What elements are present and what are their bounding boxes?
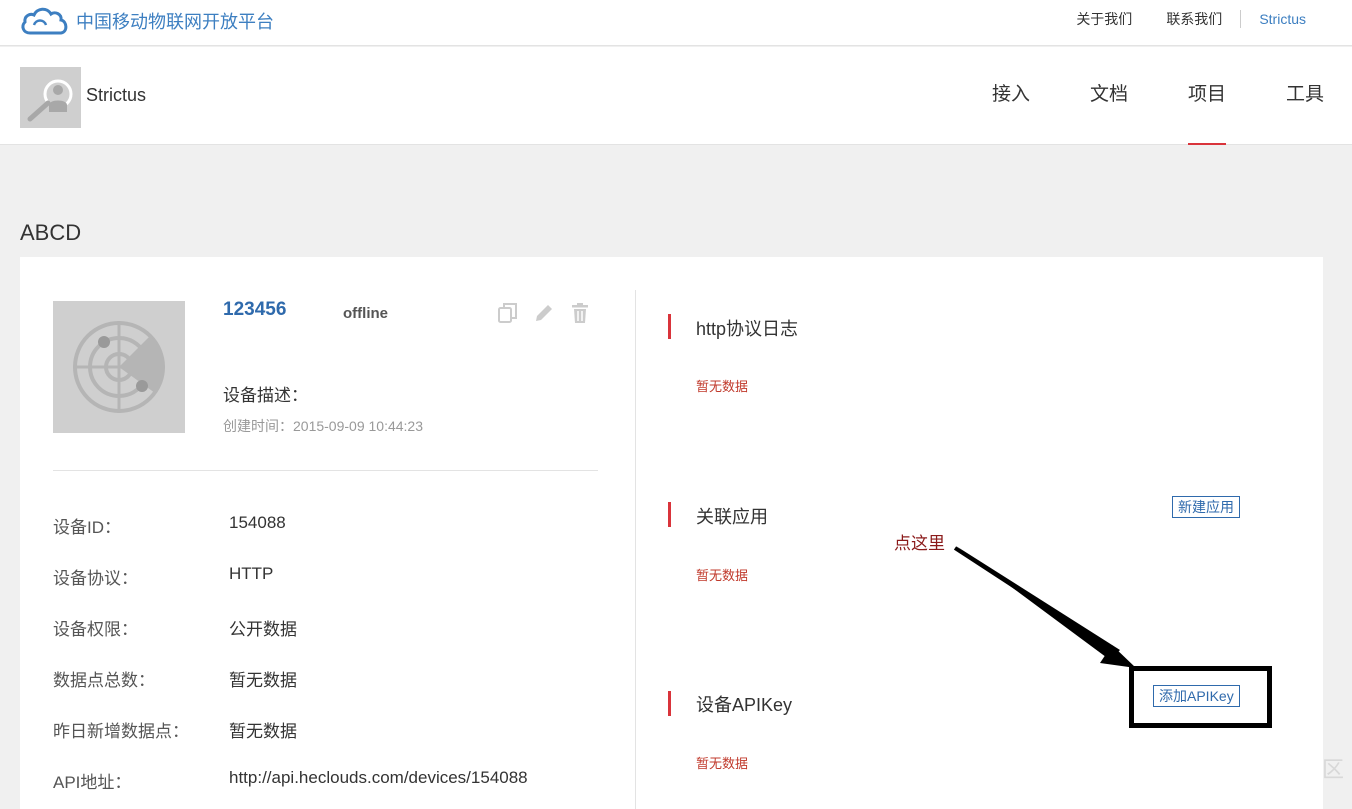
annotation-text: 点这里 xyxy=(894,534,945,553)
user-search-avatar-icon xyxy=(20,67,81,128)
device-card: 123456 offline 设备描述： 创建时间：2015-09-09 10:… xyxy=(20,257,1323,809)
nav-projects[interactable]: 项目 xyxy=(1187,47,1226,145)
section-empty-apikey: 暂无数据 xyxy=(696,756,749,771)
delete-icon[interactable] xyxy=(568,301,592,325)
section-empty-http-log: 暂无数据 xyxy=(696,379,749,394)
divider xyxy=(53,470,598,471)
user-menu-link[interactable]: Strictus xyxy=(1259,11,1306,27)
brand-logo[interactable]: 中国移动物联网开放平台 xyxy=(20,4,274,38)
prop-value-permission: 公开数据 xyxy=(229,620,297,639)
section-marker xyxy=(668,691,671,716)
contact-us-link[interactable]: 联系我们 xyxy=(1166,9,1222,29)
prop-value-device-id: 154088 xyxy=(229,513,286,532)
nav-tools[interactable]: 工具 xyxy=(1286,47,1324,145)
divider xyxy=(1240,10,1242,28)
watermark: 区 xyxy=(1322,757,1345,782)
project-header: Strictus 接入 文档 项目 工具 xyxy=(0,47,1352,145)
prop-label-datapoints: 数据点总数： xyxy=(53,671,155,690)
device-actions xyxy=(496,301,604,325)
annotation-highlight-box xyxy=(1129,666,1272,728)
section-title-http-log: http协议日志 xyxy=(696,319,799,339)
device-status: offline xyxy=(343,305,388,322)
copy-icon[interactable] xyxy=(496,301,520,325)
section-empty-apps: 暂无数据 xyxy=(696,568,749,583)
prop-label-api-url: API地址： xyxy=(53,773,132,792)
top-links: 关于我们 联系我们 Strictus xyxy=(1076,9,1306,29)
nav-access[interactable]: 接入 xyxy=(992,47,1030,145)
section-marker xyxy=(668,502,671,527)
section-marker xyxy=(668,314,671,339)
device-description-label: 设备描述： xyxy=(223,386,308,405)
prop-label-yesterday-new: 昨日新增数据点： xyxy=(53,722,189,741)
nav-docs[interactable]: 文档 xyxy=(1090,47,1128,145)
prop-value-datapoints: 暂无数据 xyxy=(229,671,297,690)
vertical-divider xyxy=(635,290,636,809)
cloud-logo-icon xyxy=(21,7,68,35)
brand-name: 中国移动物联网开放平台 xyxy=(76,12,274,32)
edit-icon[interactable] xyxy=(532,301,556,325)
top-bar: 中国移动物联网开放平台 关于我们 联系我们 Strictus xyxy=(0,0,1352,46)
section-title-apikey: 设备APIKey xyxy=(696,695,793,715)
main-nav: 接入 文档 项目 工具 xyxy=(932,47,1324,145)
prop-value-yesterday-new: 暂无数据 xyxy=(229,722,297,741)
about-us-link[interactable]: 关于我们 xyxy=(1076,9,1132,29)
new-app-button[interactable]: 新建应用 xyxy=(1172,496,1240,518)
page-title: ABCD xyxy=(20,220,82,245)
prop-label-permission: 设备权限： xyxy=(53,620,138,639)
prop-label-device-id: 设备ID： xyxy=(53,518,121,537)
prop-label-protocol: 设备协议： xyxy=(53,569,138,588)
radar-icon xyxy=(53,301,185,433)
prop-value-protocol: HTTP xyxy=(229,564,274,583)
device-name-link[interactable]: 123456 xyxy=(223,299,286,321)
prop-value-api-url[interactable]: http://api.heclouds.com/devices/154088 xyxy=(229,768,528,788)
device-created-time: 创建时间：2015-09-09 10:44:23 xyxy=(223,418,423,434)
section-title-apps: 关联应用 xyxy=(696,507,768,527)
project-name: Strictus xyxy=(86,85,147,105)
